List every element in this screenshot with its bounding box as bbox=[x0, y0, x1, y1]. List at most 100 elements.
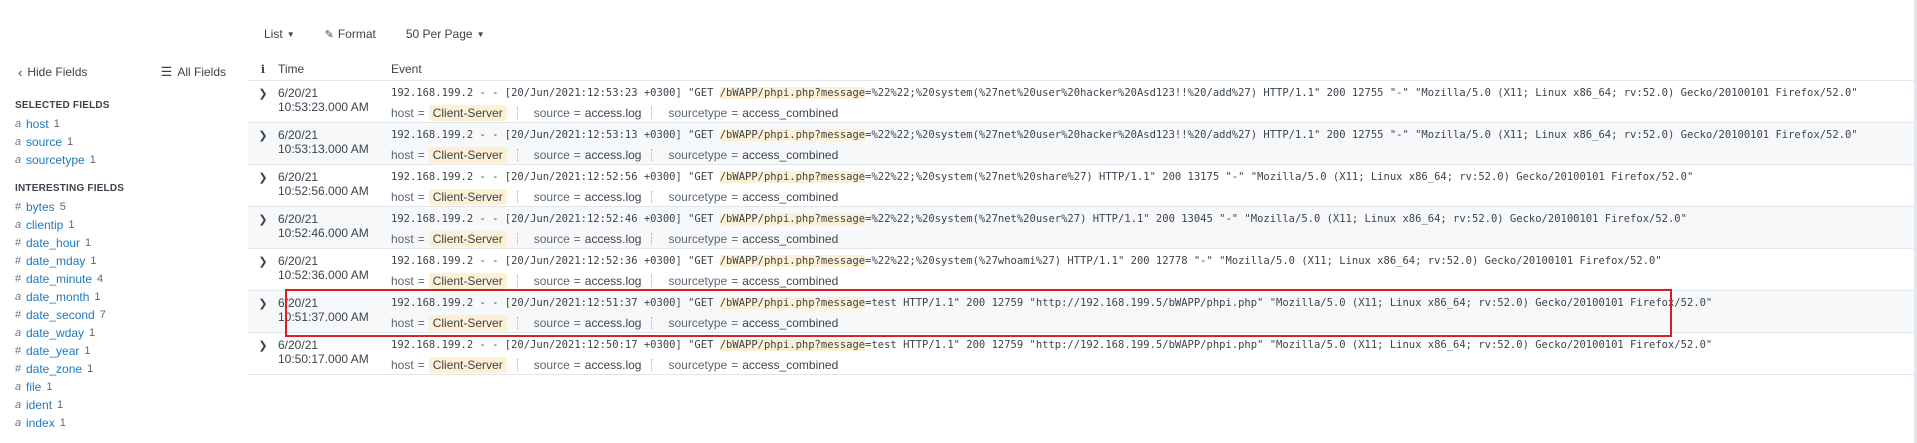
time-column-header[interactable]: Time bbox=[278, 62, 391, 76]
sourcetype-value[interactable]: access_combined bbox=[742, 274, 838, 288]
field-item-date_second[interactable]: # date_second 7 bbox=[0, 306, 248, 324]
field-item-index[interactable]: a index 1 bbox=[0, 414, 248, 432]
equals-sign: = bbox=[731, 148, 739, 162]
field-type-marker: # bbox=[15, 201, 22, 213]
source-value[interactable]: access.log bbox=[585, 148, 642, 162]
host-value[interactable]: Client-Server bbox=[428, 231, 507, 247]
field-count: 1 bbox=[85, 237, 92, 249]
field-separator bbox=[651, 317, 660, 329]
expand-row-button[interactable]: ❯ bbox=[248, 207, 278, 248]
host-value[interactable]: Client-Server bbox=[428, 273, 507, 289]
field-name: sourcetype bbox=[26, 153, 85, 167]
sourcetype-value[interactable]: access_combined bbox=[742, 190, 838, 204]
sourcetype-value[interactable]: access_combined bbox=[742, 232, 838, 246]
source-value[interactable]: access.log bbox=[585, 106, 642, 120]
highlighted-uri[interactable]: /bWAPP/phpi.php?message bbox=[719, 213, 866, 225]
field-item-ident[interactable]: a ident 1 bbox=[0, 396, 248, 414]
source-key: source bbox=[533, 190, 570, 204]
info-column-header[interactable]: i bbox=[248, 63, 278, 76]
field-item-date_year[interactable]: # date_year 1 bbox=[0, 342, 248, 360]
field-item-date_month[interactable]: a date_month 1 bbox=[0, 288, 248, 306]
event-cell: 192.168.199.2 - - [20/Jun/2021:12:52:46 … bbox=[391, 207, 1917, 248]
chevron-left-icon: ‹ bbox=[18, 64, 23, 80]
field-item-bytes[interactable]: # bytes 5 bbox=[0, 198, 248, 216]
host-value[interactable]: Client-Server bbox=[428, 357, 507, 373]
expand-row-button[interactable]: ❯ bbox=[248, 291, 278, 332]
hide-fields-button[interactable]: ‹ Hide Fields bbox=[18, 65, 87, 80]
highlighted-uri[interactable]: /bWAPP/phpi.php?message bbox=[719, 171, 866, 183]
highlighted-uri[interactable]: /bWAPP/phpi.php?message bbox=[719, 129, 866, 141]
table-row: ❯ 6/20/21 10:53:13.000 AM 192.168.199.2 - -… bbox=[248, 123, 1917, 165]
field-type-marker: a bbox=[15, 118, 22, 130]
equals-sign: = bbox=[731, 358, 739, 372]
raw-event: 192.168.199.2 - - [20/Jun/2021:12:52:46 … bbox=[391, 211, 1917, 227]
source-value[interactable]: access.log bbox=[585, 358, 642, 372]
host-value[interactable]: Client-Server bbox=[428, 147, 507, 163]
field-count: 1 bbox=[59, 417, 66, 429]
field-item-date_wday[interactable]: a date_wday 1 bbox=[0, 324, 248, 342]
raw-event-suffix: =%22%22;%20system(%27net%20user%20hacker… bbox=[865, 87, 1858, 99]
highlighted-uri[interactable]: /bWAPP/phpi.php?message bbox=[719, 339, 866, 351]
all-fields-button[interactable]: ☰ All Fields bbox=[161, 64, 226, 80]
field-item-date_minute[interactable]: # date_minute 4 bbox=[0, 270, 248, 288]
field-type-marker: # bbox=[15, 309, 22, 321]
expand-row-button[interactable]: ❯ bbox=[248, 81, 278, 122]
expand-row-button[interactable]: ❯ bbox=[248, 123, 278, 164]
table-row: ❯ 6/20/21 10:53:23.000 AM 192.168.199.2 - -… bbox=[248, 81, 1917, 123]
field-separator bbox=[651, 191, 660, 203]
field-item-sourcetype[interactable]: a sourcetype 1 bbox=[0, 151, 248, 169]
field-separator bbox=[516, 359, 526, 371]
sourcetype-value[interactable]: access_combined bbox=[742, 316, 838, 330]
source-value[interactable]: access.log bbox=[585, 190, 642, 204]
raw-event-suffix: =%22%22;%20system(%27net%20share%27) HTT… bbox=[865, 171, 1694, 183]
event-cell: 192.168.199.2 - - [20/Jun/2021:12:53:13 … bbox=[391, 123, 1917, 164]
field-item-date_mday[interactable]: # date_mday 1 bbox=[0, 252, 248, 270]
field-item-date_zone[interactable]: # date_zone 1 bbox=[0, 360, 248, 378]
event-column-header[interactable]: Event bbox=[391, 62, 422, 76]
field-name: ident bbox=[26, 398, 53, 412]
field-count: 1 bbox=[68, 219, 75, 231]
field-item-source[interactable]: a source 1 bbox=[0, 133, 248, 151]
expand-row-button[interactable]: ❯ bbox=[248, 333, 278, 374]
field-type-marker: # bbox=[15, 363, 22, 375]
field-separator bbox=[516, 317, 526, 329]
host-value[interactable]: Client-Server bbox=[428, 189, 507, 205]
event-date: 6/20/21 bbox=[278, 212, 319, 226]
table-row: ❯ 6/20/21 10:52:36.000 AM 192.168.199.2 - -… bbox=[248, 249, 1917, 291]
field-type-marker: a bbox=[15, 219, 22, 231]
expand-row-button[interactable]: ❯ bbox=[248, 165, 278, 206]
highlighted-uri[interactable]: /bWAPP/phpi.php?message bbox=[719, 255, 866, 267]
field-item-date_hour[interactable]: # date_hour 1 bbox=[0, 234, 248, 252]
sourcetype-value[interactable]: access_combined bbox=[742, 148, 838, 162]
host-value[interactable]: Client-Server bbox=[428, 105, 507, 121]
equals-sign: = bbox=[573, 190, 581, 204]
field-item-file[interactable]: a file 1 bbox=[0, 378, 248, 396]
format-button[interactable]: ✎ Format bbox=[325, 27, 376, 41]
list-view-dropdown[interactable]: List ▼ bbox=[264, 27, 295, 41]
highlighted-uri[interactable]: /bWAPP/phpi.php?message bbox=[719, 87, 866, 99]
field-count: 5 bbox=[59, 201, 66, 213]
per-page-dropdown[interactable]: 50 Per Page ▼ bbox=[406, 27, 485, 41]
table-row: ❯ 6/20/21 10:52:56.000 AM 192.168.199.2 - -… bbox=[248, 165, 1917, 207]
caret-down-icon: ▼ bbox=[286, 29, 295, 39]
field-type-marker: a bbox=[15, 417, 22, 429]
event-clock: 10:53:13.000 AM bbox=[278, 142, 369, 156]
field-item-clientip[interactable]: a clientip 1 bbox=[0, 216, 248, 234]
field-type-marker: a bbox=[15, 399, 22, 411]
source-value[interactable]: access.log bbox=[585, 316, 642, 330]
host-value[interactable]: Client-Server bbox=[428, 315, 507, 331]
field-count: 4 bbox=[97, 273, 104, 285]
sourcetype-value[interactable]: access_combined bbox=[742, 358, 838, 372]
source-value[interactable]: access.log bbox=[585, 274, 642, 288]
sourcetype-value[interactable]: access_combined bbox=[742, 106, 838, 120]
source-value[interactable]: access.log bbox=[585, 232, 642, 246]
field-count: 1 bbox=[90, 255, 97, 267]
event-clock: 10:52:36.000 AM bbox=[278, 268, 369, 282]
field-item-host[interactable]: a host 1 bbox=[0, 115, 248, 133]
raw-event-prefix: 192.168.199.2 - - [20/Jun/2021:12:52:36 … bbox=[391, 255, 720, 267]
field-type-marker: a bbox=[15, 136, 22, 148]
field-name: date_zone bbox=[26, 362, 83, 376]
expand-row-button[interactable]: ❯ bbox=[248, 249, 278, 290]
highlighted-uri[interactable]: /bWAPP/phpi.php?message bbox=[719, 297, 866, 309]
field-type-marker: # bbox=[15, 237, 22, 249]
